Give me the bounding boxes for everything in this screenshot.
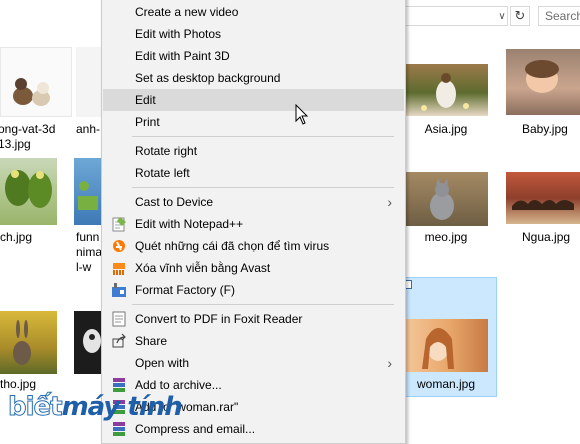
file-thumbnail: [506, 172, 580, 224]
menu-item-avast-shred[interactable]: Xóa vĩnh viễn bằng Avast: [103, 257, 404, 279]
menu-item-edit[interactable]: Edit: [103, 89, 404, 111]
menu-item-label: Set as desktop background: [135, 71, 281, 85]
chevron-down-icon[interactable]: ∨: [495, 6, 509, 26]
watermark-logo: biếtmáy tính: [8, 392, 183, 423]
menu-item-label: Quét những cái đã chọn để tìm virus: [135, 239, 330, 253]
menu-item-cast-to-device[interactable]: Cast to Device ›: [103, 191, 404, 213]
file-name: Ngua.jpg: [522, 230, 571, 244]
menu-item-label: Convert to PDF in Foxit Reader: [135, 312, 303, 326]
menu-item-edit-with-photos[interactable]: Edit with Photos: [103, 23, 404, 45]
file-thumbnail: [76, 47, 102, 117]
menu-item-set-desktop-background[interactable]: Set as desktop background: [103, 67, 404, 89]
search-input[interactable]: Search: [538, 6, 580, 26]
menu-item-label: Xóa vĩnh viễn bằng Avast: [135, 261, 271, 275]
menu-item-avast-scan[interactable]: Quét những cái đã chọn để tìm virus: [103, 235, 404, 257]
menu-separator: [132, 136, 394, 137]
chevron-right-icon: ›: [387, 355, 392, 371]
menu-item-create-video[interactable]: Create a new video: [103, 1, 404, 23]
menu-separator: [132, 187, 394, 188]
file-thumbnail: [0, 158, 57, 225]
file-name: anh-: [76, 122, 101, 136]
menu-item-format-factory[interactable]: Format Factory (F): [103, 279, 404, 301]
file-name: tho.jpg: [0, 377, 37, 391]
menu-item-label: Edit with Photos: [135, 27, 222, 41]
file-thumbnail: [74, 311, 102, 374]
menu-item-share[interactable]: Share: [103, 330, 404, 352]
watermark-text: máy tính: [61, 392, 183, 422]
share-icon: [111, 333, 127, 349]
menu-item-label: Edit with Paint 3D: [135, 49, 230, 63]
file-name: ch.jpg: [0, 230, 33, 244]
menu-item-label: Share: [135, 334, 168, 348]
menu-item-label: Print: [135, 115, 160, 129]
winrar-icon: [111, 377, 127, 393]
menu-item-label: Edit with Notepad++: [135, 217, 244, 231]
file-name: funn nima l-w: [76, 230, 103, 274]
menu-item-label: Rotate right: [135, 144, 198, 158]
menu-item-label: Rotate left: [135, 166, 190, 180]
mouse-cursor-icon: [295, 104, 309, 125]
file-thumbnail: [404, 172, 488, 226]
watermark-text: biết: [8, 392, 64, 423]
file-name: ong-vat-3d 13.jpg: [0, 122, 56, 151]
menu-item-open-with[interactable]: Open with ›: [103, 352, 404, 374]
file-thumbnail: [404, 64, 488, 116]
avast-icon: [111, 238, 127, 254]
file-thumbnail: [506, 49, 580, 115]
foxit-icon: [111, 311, 127, 327]
notepad-plus-plus-icon: [111, 216, 127, 232]
menu-item-label: Open with: [135, 356, 190, 370]
file-thumbnail: [0, 47, 72, 117]
refresh-icon[interactable]: ↻: [510, 6, 530, 26]
file-thumbnail: [404, 319, 488, 372]
file-name: meo.jpg: [424, 230, 468, 244]
menu-item-print[interactable]: Print: [103, 111, 404, 133]
menu-item-edit-with-notepad[interactable]: Edit with Notepad++: [103, 213, 404, 235]
winrar-icon: [111, 421, 127, 437]
menu-item-convert-to-pdf[interactable]: Convert to PDF in Foxit Reader: [103, 308, 404, 330]
file-name: Asia.jpg: [424, 122, 468, 136]
menu-item-label: Create a new video: [135, 5, 239, 19]
chevron-right-icon: ›: [387, 194, 392, 210]
context-menu: Create a new video Edit with Photos Edit…: [101, 0, 406, 444]
menu-item-label: Cast to Device: [135, 195, 214, 209]
address-field[interactable]: [404, 6, 508, 26]
file-thumbnail: [74, 158, 102, 225]
file-thumbnail: [0, 311, 57, 374]
avast-shredder-icon: [111, 260, 127, 276]
menu-item-rotate-right[interactable]: Rotate right: [103, 140, 404, 162]
menu-item-edit-with-paint-3d[interactable]: Edit with Paint 3D: [103, 45, 404, 67]
file-name: Baby.jpg: [522, 122, 568, 136]
menu-item-label: Edit: [135, 93, 156, 107]
menu-separator: [132, 304, 394, 305]
menu-item-rotate-left[interactable]: Rotate left: [103, 162, 404, 184]
menu-item-label: Format Factory (F): [135, 283, 236, 297]
format-factory-icon: [111, 282, 127, 298]
file-name: woman.jpg: [416, 377, 476, 391]
